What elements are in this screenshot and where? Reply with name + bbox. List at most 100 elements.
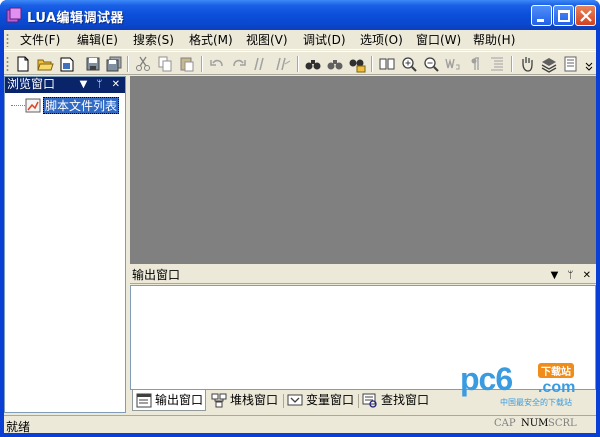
zoom-out-button[interactable] (422, 55, 440, 73)
menu-edit[interactable]: 编辑(E) (75, 32, 120, 49)
editor-area[interactable] (130, 76, 596, 264)
open-project-button[interactable] (58, 55, 76, 73)
undo-button[interactable] (208, 55, 226, 73)
indent-button[interactable] (488, 55, 506, 73)
hand-icon (522, 57, 533, 72)
toolbar-separator (297, 56, 299, 72)
paste-button[interactable] (178, 55, 196, 73)
save-all-button[interactable] (105, 55, 123, 73)
find-in-files-icon (349, 59, 366, 73)
show-whitespace-icon (471, 57, 479, 70)
menu-search[interactable]: 搜索(S) (131, 32, 176, 49)
redo-icon (233, 59, 246, 67)
minimize-button[interactable] (531, 5, 552, 26)
word-wrap-icon (445, 58, 460, 70)
output-window-icon (136, 393, 152, 408)
comment-button[interactable] (252, 55, 270, 73)
tab-find[interactable]: 查找窗口 (359, 390, 433, 411)
tab-variables[interactable]: 变量窗口 (284, 390, 358, 411)
menu-help[interactable]: 帮助(H) (471, 32, 517, 49)
menubar-grip[interactable] (6, 33, 9, 47)
menu-file[interactable]: 文件(F) (18, 32, 62, 49)
app-window: LUA编辑调试器 文件(F) 编辑(E) 搜索(S) 格式(M) 视图(V) 调… (0, 0, 600, 437)
new-file-button[interactable] (14, 55, 32, 73)
pane-header-icons[interactable]: ▼ ᛘ ✕ (80, 77, 123, 92)
find-icon (305, 60, 321, 70)
browser-pane: 浏览窗口 ▼ ᛘ ✕ 脚本文件列表 (4, 76, 126, 413)
word-wrap-button[interactable] (444, 55, 462, 73)
cut-button[interactable] (134, 55, 152, 73)
open-file-button[interactable] (36, 55, 54, 73)
open-project-icon (60, 57, 74, 72)
find-window-icon (362, 393, 377, 408)
tree-connector (11, 105, 25, 106)
status-caps-indicator: CAP (494, 418, 516, 429)
maximize-button[interactable] (553, 5, 574, 26)
save-all-icon (106, 56, 122, 72)
zoom-in-button[interactable] (400, 55, 418, 73)
output-pane-header[interactable]: 输出窗口 ▼ ᛘ ✕ (130, 268, 596, 284)
toolbar-separator (201, 56, 203, 72)
tab-output[interactable]: 输出窗口 (132, 390, 206, 411)
tab-label: 堆栈窗口 (230, 393, 279, 407)
find-next-icon (327, 60, 343, 70)
menu-format[interactable]: 格式(M) (187, 32, 235, 49)
output-pane-title: 输出窗口 (132, 268, 181, 282)
tab-label: 变量窗口 (306, 393, 355, 407)
new-file-icon (17, 56, 29, 72)
maximize-icon (558, 10, 570, 22)
toolbar (4, 51, 596, 75)
uncomment-button[interactable] (274, 55, 292, 73)
chevron-down-icon (585, 62, 593, 71)
redo-button[interactable] (230, 55, 248, 73)
layers-icon (541, 58, 557, 73)
tree-item-label[interactable]: 脚本文件列表 (43, 97, 120, 114)
copy-icon (158, 56, 172, 72)
watermark-main: pc6 (460, 361, 513, 397)
copy-button[interactable] (156, 55, 174, 73)
toolbar-separator (511, 56, 513, 72)
variable-window-icon (287, 394, 303, 406)
close-button[interactable] (575, 5, 596, 26)
menu-bar: 文件(F) 编辑(E) 搜索(S) 格式(M) 视图(V) 调试(D) 选项(O… (4, 30, 596, 50)
tab-label: 查找窗口 (381, 393, 430, 407)
toolbar-separator (127, 56, 129, 72)
browser-pane-header[interactable]: 浏览窗口 ▼ ᛘ ✕ (5, 77, 125, 93)
bookmark-button[interactable] (378, 55, 396, 73)
save-button[interactable] (84, 55, 102, 73)
undo-icon (210, 59, 223, 67)
browser-pane-title: 浏览窗口 (7, 77, 56, 91)
tab-label: 输出窗口 (155, 393, 204, 407)
title-bar[interactable]: LUA编辑调试器 (0, 0, 600, 30)
list-button[interactable] (562, 55, 580, 73)
toolbar-grip[interactable] (6, 56, 9, 72)
zoom-in-icon (402, 57, 417, 72)
toolbar-overflow-button[interactable] (584, 55, 594, 73)
find-next-button[interactable] (326, 55, 344, 73)
find-button[interactable] (304, 55, 322, 73)
cut-icon (136, 56, 150, 71)
tab-stack[interactable]: 堆栈窗口 (208, 390, 282, 411)
watermark-tagline: 中国最安全的下载站 (500, 398, 572, 407)
menu-debug[interactable]: 调试(D) (301, 32, 348, 49)
app-icon (6, 7, 22, 23)
comment-icon (254, 57, 264, 71)
menu-options[interactable]: 选项(O) (358, 32, 405, 49)
script-list-icon (25, 98, 41, 113)
indent-icon (491, 57, 503, 71)
hand-tool-button[interactable] (518, 55, 536, 73)
paste-icon (180, 57, 194, 72)
find-in-files-button[interactable] (348, 55, 366, 73)
pane-header-icons[interactable]: ▼ ᛘ ✕ (551, 268, 594, 283)
minimize-icon (537, 19, 544, 22)
layers-button[interactable] (540, 55, 558, 73)
menu-view[interactable]: 视图(V) (244, 32, 290, 49)
show-whitespace-button[interactable] (466, 55, 484, 73)
status-num-indicator: NUM (521, 418, 549, 429)
status-scroll-indicator: SCRL (548, 418, 577, 429)
menu-window[interactable]: 窗口(W) (414, 32, 463, 49)
tree-item[interactable]: 脚本文件列表 (11, 97, 123, 115)
window-title: LUA编辑调试器 (27, 11, 125, 26)
bookmark-icon (379, 58, 395, 70)
save-icon (86, 57, 100, 71)
